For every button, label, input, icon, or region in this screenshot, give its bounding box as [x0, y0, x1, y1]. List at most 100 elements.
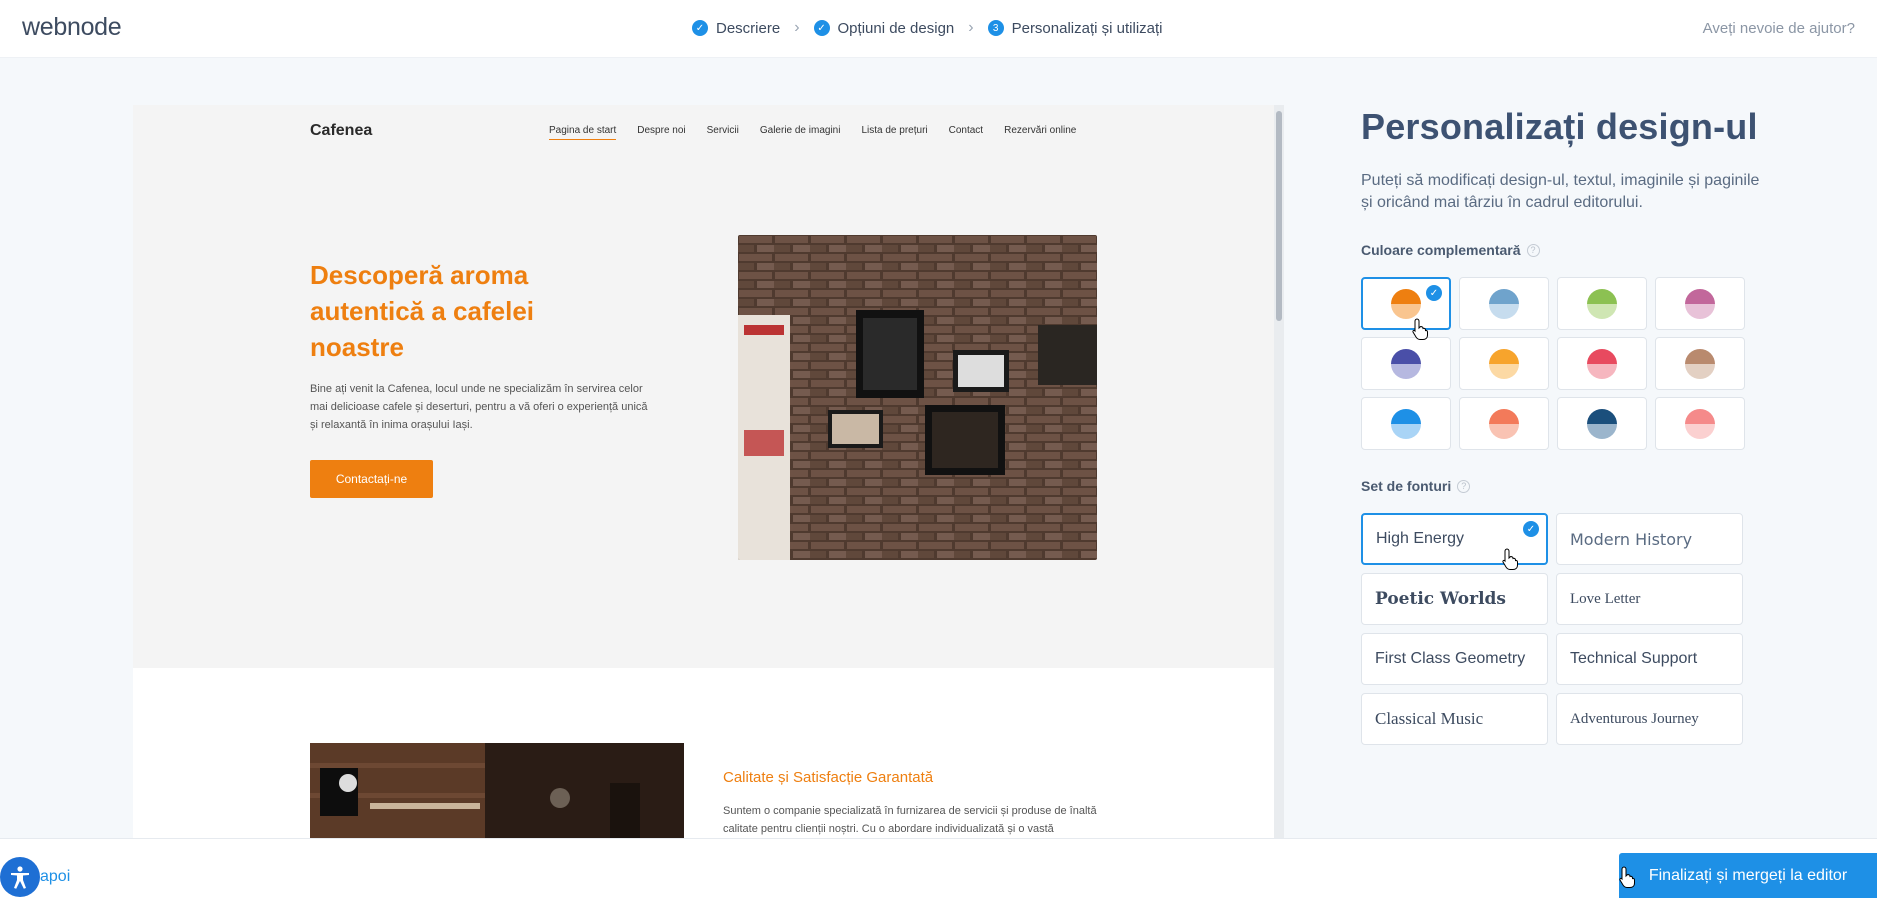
color-option[interactable]	[1655, 397, 1745, 450]
preview-section-text: Suntem o companie specializată în furniz…	[723, 805, 1097, 835]
preview-hero: Cafenea Pagina de start Despre noi Servi…	[133, 105, 1274, 668]
swatch-bottom	[1587, 423, 1617, 439]
font-options: High Energy ✓ Modern History Poetic Worlds L…	[1361, 513, 1743, 745]
swatch-bottom	[1685, 303, 1715, 319]
swatch-top	[1489, 288, 1519, 304]
webnode-logo[interactable]: webnode	[22, 13, 122, 42]
swatch-top	[1587, 288, 1617, 304]
preview-hero-text: Bine ați venit la Cafenea, locul unde ne…	[310, 383, 648, 431]
color-swatch	[1489, 408, 1519, 439]
info-icon[interactable]: ?	[1457, 479, 1471, 493]
check-icon: ✓	[1426, 285, 1442, 301]
swatch-top	[1489, 348, 1519, 364]
color-option[interactable]	[1459, 337, 1549, 390]
color-swatch	[1587, 408, 1617, 439]
step-design-options[interactable]: ✓ Opțiuni de design	[813, 19, 955, 37]
color-option[interactable]: ✓	[1361, 277, 1451, 330]
color-option[interactable]	[1557, 277, 1647, 330]
preview-contact-button: Contactați-ne	[310, 460, 433, 498]
color-option[interactable]	[1459, 397, 1549, 450]
swatch-top	[1685, 348, 1715, 364]
chevron-right-icon: ›	[968, 19, 974, 36]
preview-nav-item: Despre noi	[637, 125, 686, 136]
preview-nav-item: Pagina de start	[549, 125, 617, 140]
finish-button[interactable]: Finalizați și mergeți la editor	[1619, 853, 1877, 898]
font-option[interactable]: Poetic Worlds	[1361, 573, 1548, 625]
step-label: Descriere	[716, 19, 781, 37]
color-section-label: Culoare complementară ?	[1361, 242, 1540, 258]
top-bar: webnode ✓ Descriere › ✓ Opțiuni de desig…	[0, 0, 1877, 58]
wizard-steps: ✓ Descriere › ✓ Opțiuni de design › 3 Pe…	[692, 19, 1163, 37]
font-option[interactable]: Classical Music	[1361, 693, 1548, 745]
swatch-bottom	[1391, 363, 1421, 379]
color-swatch	[1587, 288, 1617, 319]
info-icon[interactable]: ?	[1526, 243, 1540, 257]
panel-title: Personalizați design-ul	[1361, 106, 1758, 147]
color-option[interactable]	[1459, 277, 1549, 330]
font-label-text: Set de fonturi	[1361, 478, 1452, 494]
site-preview: Cafenea Pagina de start Despre noi Servi…	[133, 105, 1274, 838]
swatch-top	[1685, 408, 1715, 424]
color-swatch	[1391, 288, 1421, 319]
back-link[interactable]: apoi	[40, 868, 70, 886]
color-option[interactable]	[1655, 277, 1745, 330]
font-option-label: First Class Geometry	[1375, 650, 1526, 667]
font-section-label: Set de fonturi ?	[1361, 478, 1471, 494]
swatch-top	[1685, 288, 1715, 304]
font-option-label: Love Letter	[1570, 590, 1641, 607]
check-icon: ✓	[813, 20, 830, 36]
preview-nav-item: Contact	[948, 125, 984, 136]
font-option[interactable]: High Energy ✓	[1361, 513, 1548, 565]
check-icon: ✓	[692, 20, 708, 36]
color-option[interactable]	[1361, 397, 1451, 450]
step-description[interactable]: ✓ Descriere	[692, 20, 780, 37]
font-option-label: Modern History	[1570, 529, 1693, 549]
preview-hero-image	[738, 235, 1097, 560]
font-option[interactable]: Adventurous Journey	[1556, 693, 1743, 745]
swatch-top	[1587, 348, 1617, 364]
color-option[interactable]	[1557, 397, 1647, 450]
font-option[interactable]: Love Letter	[1556, 573, 1743, 625]
preview-nav-item: Rezervări online	[1004, 125, 1077, 136]
preview-scrollbar-thumb[interactable]	[1276, 111, 1282, 321]
hand-cursor-icon	[1412, 318, 1428, 340]
swatch-top	[1587, 408, 1617, 424]
font-option[interactable]: Modern History	[1556, 513, 1743, 565]
swatch-bottom	[1391, 303, 1421, 319]
chevron-right-icon: ›	[794, 19, 800, 36]
color-swatch	[1489, 288, 1519, 319]
preview-site-name: Cafenea	[310, 122, 373, 139]
font-option-label: Adventurous Journey	[1570, 710, 1699, 727]
hand-cursor-icon	[1502, 548, 1518, 570]
panel-description: Puteți să modificați design-ul, textul, …	[1361, 172, 1760, 211]
bottom-bar	[0, 838, 1877, 898]
color-option[interactable]	[1655, 337, 1745, 390]
preview-nav-item: Galerie de imagini	[759, 125, 841, 136]
font-option[interactable]: Technical Support	[1556, 633, 1743, 685]
swatch-top	[1489, 408, 1519, 424]
step-number: 3	[987, 20, 1004, 36]
preview-section-image	[310, 743, 684, 838]
help-link[interactable]: Aveți nevoie de ajutor?	[1703, 20, 1855, 37]
swatch-top	[1391, 348, 1421, 364]
preview-section-title: Calitate și Satisfacție Garantată	[723, 769, 934, 786]
swatch-bottom	[1685, 423, 1715, 439]
color-options: ✓	[1361, 277, 1746, 450]
font-option-label: Poetic Worlds	[1375, 589, 1506, 609]
check-icon: ✓	[1523, 521, 1539, 537]
swatch-bottom	[1391, 423, 1421, 439]
color-swatch	[1391, 408, 1421, 439]
swatch-bottom	[1489, 423, 1519, 439]
swatch-top	[1391, 408, 1421, 424]
preview-hero-title: Descoperă aroma autentică a cafelei noas…	[310, 260, 534, 362]
color-swatch	[1391, 348, 1421, 379]
hand-cursor-icon	[1619, 866, 1635, 888]
color-option[interactable]	[1557, 337, 1647, 390]
font-option-label: Technical Support	[1570, 650, 1698, 667]
accessibility-button[interactable]	[0, 857, 40, 897]
font-option[interactable]: First Class Geometry	[1361, 633, 1548, 685]
color-option[interactable]	[1361, 337, 1451, 390]
preview-nav: Pagina de start Despre noi Servicii Gale…	[549, 125, 1076, 140]
step-label: Opțiuni de design	[837, 19, 955, 37]
swatch-bottom	[1587, 303, 1617, 319]
